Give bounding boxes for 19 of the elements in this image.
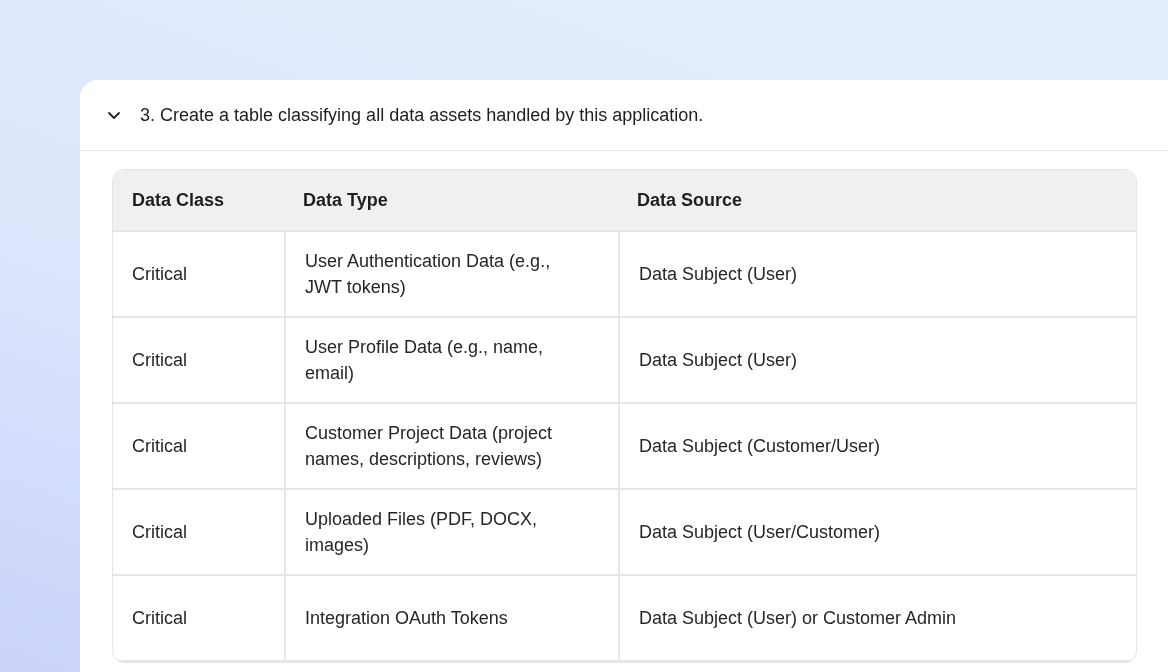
table-cell: Data Subject (Customer/User) bbox=[618, 404, 1136, 490]
table-cell: Data Subject (User) bbox=[618, 318, 1136, 404]
table-cell: Data Subject (User/Customer) bbox=[618, 490, 1136, 576]
question-text: 3. Create a table classifying all data assets handled by this application. bbox=[140, 104, 704, 126]
table-cell: Critical bbox=[113, 404, 284, 490]
table-cell: Critical bbox=[113, 232, 284, 318]
table-cell: Integration OAuth Tokens bbox=[284, 576, 618, 662]
table-cell: User Authentication Data (e.g., JWT tokens) bbox=[284, 232, 618, 318]
table-cell: Data Subject (User) or Customer Admin bbox=[618, 576, 1136, 662]
table-cell: Critical bbox=[113, 318, 284, 404]
table-cell: Customer Project Data (project names, descriptions, reviews) bbox=[284, 404, 618, 490]
table-cell: Uploaded Files (PDF, DOCX, images) bbox=[284, 490, 618, 576]
table-cell: Critical bbox=[113, 576, 284, 662]
table-cell: Critical bbox=[113, 490, 284, 576]
column-header: Data Type bbox=[284, 170, 618, 232]
column-header: Data Class bbox=[113, 170, 284, 232]
table-cell: Data Subject (User) bbox=[618, 232, 1136, 318]
table-cell: User Profile Data (e.g., name, email) bbox=[284, 318, 618, 404]
column-header: Data Source bbox=[618, 170, 1136, 232]
